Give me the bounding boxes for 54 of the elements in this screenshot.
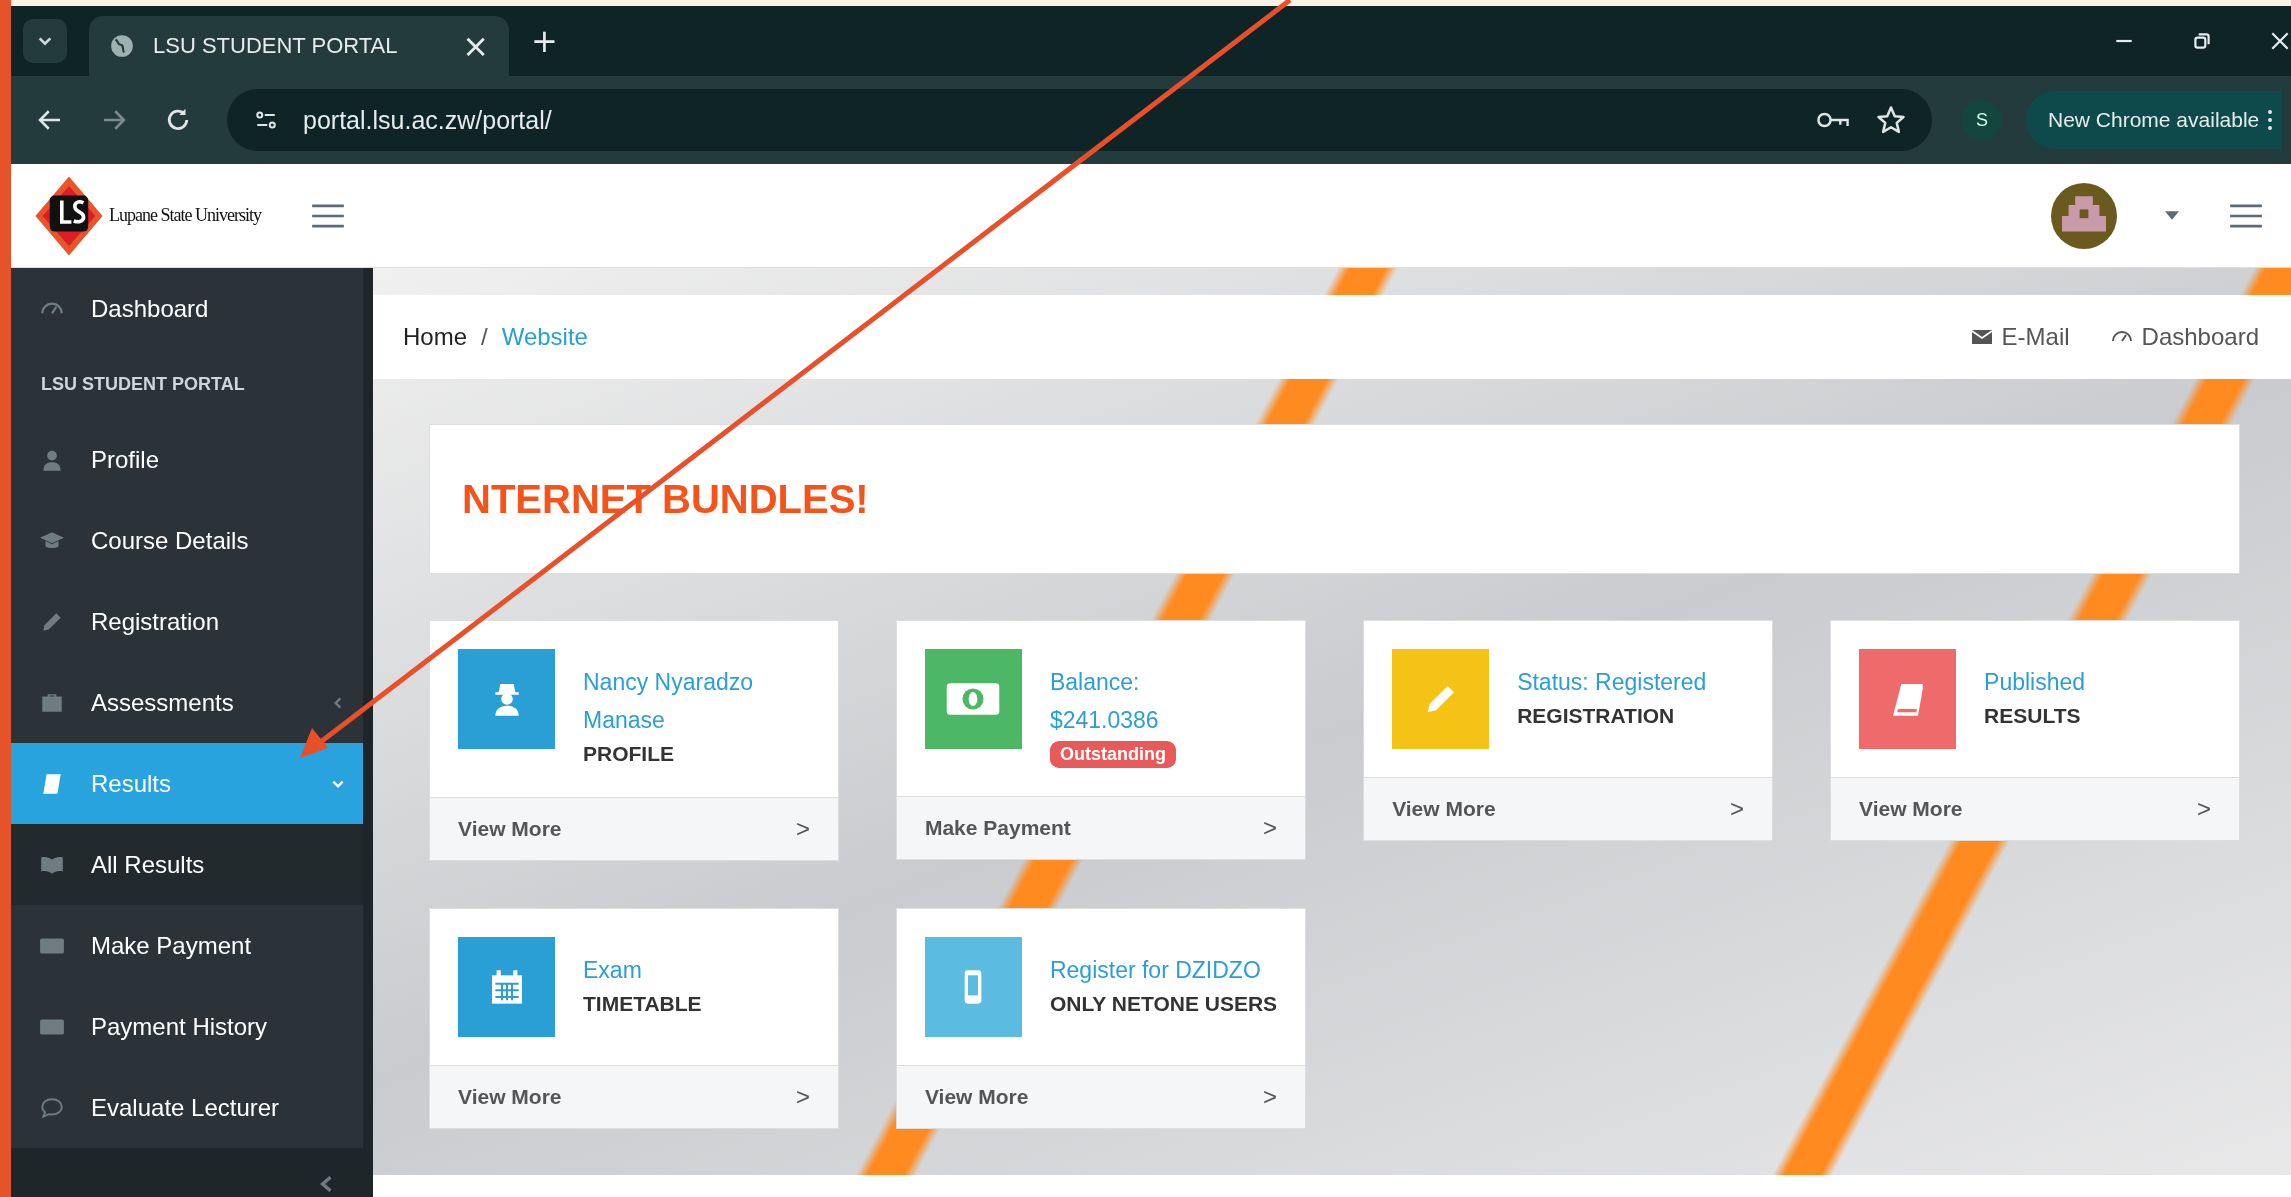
sidebar-section-header: LSU STUDENT PORTAL [40,372,246,396]
url-text: portal.lsu.ac.zw/portal/ [303,105,552,135]
sidebar-item[interactable]: All Results [11,824,363,905]
breadcrumb-separator: / [481,323,488,351]
sidebar-item[interactable]: Evaluate Lecturer [11,1067,363,1148]
card-subtitle: ONLY NETONE USERS [1049,991,1278,1017]
sidebar-item[interactable]: Profile [11,419,363,500]
header-link[interactable]: E-Mail [1969,323,2070,351]
sidebar-item[interactable]: Course Details [11,500,363,581]
more-menu-icon[interactable] [2267,107,2274,133]
sidebar-item[interactable]: Assessments [11,662,363,743]
menu-icon[interactable] [310,202,345,229]
card-title: Published [1984,668,2086,697]
tab-title: LSU STUDENT PORTAL [153,33,399,59]
close-icon[interactable] [2269,30,2291,52]
breadcrumb-link[interactable]: Home [403,323,468,351]
star-icon[interactable] [1874,105,1908,135]
header-link[interactable]: Dashboard [2109,323,2259,351]
menu-icon[interactable] [2229,202,2263,229]
card-subtitle: RESULTS [1984,703,2081,729]
card-subtitle: PROFILE [583,741,674,767]
card-title: Status: Registered [1517,668,1707,697]
logo-text: Lupane State University [109,205,261,226]
card-footer-link[interactable]: View More > [1364,777,1773,840]
address-bar[interactable]: portal.lsu.ac.zw/portal/ [227,89,1932,151]
update-chrome-button[interactable]: New Chrome available [2026,91,2282,149]
card-footer-link[interactable]: View More > [1831,777,2239,840]
collapse-chevron-icon[interactable] [319,1175,333,1193]
sidebar-item[interactable]: Dashboard [11,268,363,349]
sidebar-item[interactable]: Make Payment [11,905,363,986]
card-footer-link[interactable]: View More > [430,1065,838,1128]
card-title: Register for DZIDZO [1049,956,1261,985]
globe-icon [109,33,135,59]
tab-search-button[interactable] [23,19,67,63]
card-subtitle: TIMETABLE [583,991,702,1017]
caret-icon[interactable] [2165,211,2179,220]
balance-amount: $241.0386 [1049,706,1159,735]
avatar-icon[interactable] [2051,182,2117,249]
card-title: Nancy Nyaradzo Manase [583,668,755,735]
browser-tab[interactable]: LSU STUDENT PORTAL × [89,16,509,76]
new-tab-button[interactable]: + [531,25,558,57]
close-tab-button[interactable]: × [462,30,489,62]
status-badge: Outstanding [1049,741,1176,768]
card-footer-link[interactable]: Make Payment > [896,796,1306,859]
sidebar-item[interactable]: Registration [11,581,363,662]
banknote-icon [945,681,1002,717]
browser-account-button[interactable]: S [1962,100,2002,140]
card-subtitle: REGISTRATION [1517,703,1675,729]
card-footer-link[interactable]: View More > [896,1065,1306,1128]
card-title: Balance: [1049,668,1140,697]
card-title: Exam [583,956,642,985]
restore-icon[interactable] [2191,30,2213,52]
sidebar-item[interactable]: Payment History [11,986,363,1067]
card-footer-link[interactable]: View More > [430,797,838,860]
